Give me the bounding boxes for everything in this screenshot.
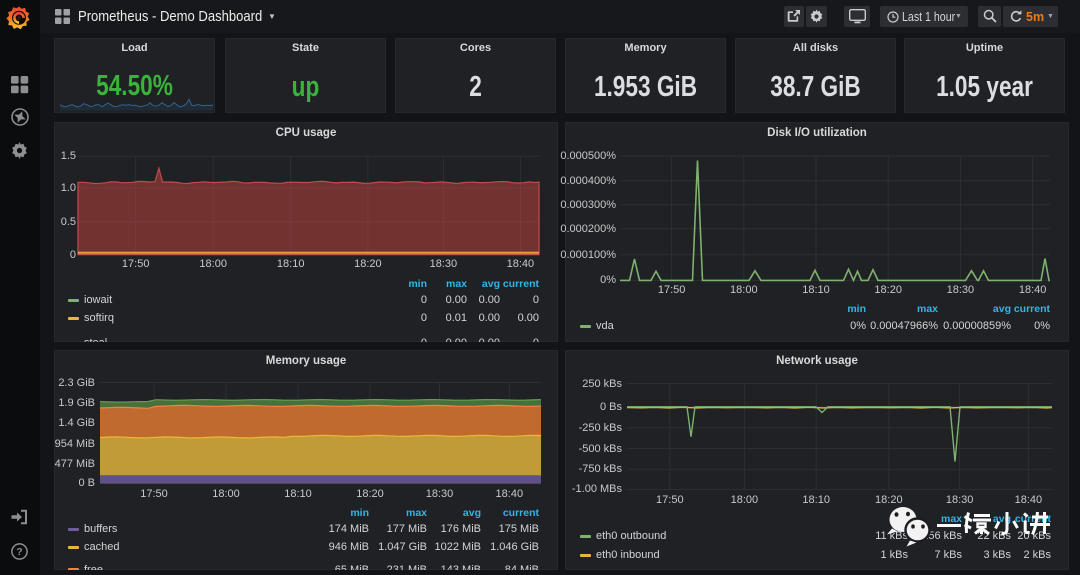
svg-text:?: ? (16, 546, 22, 558)
